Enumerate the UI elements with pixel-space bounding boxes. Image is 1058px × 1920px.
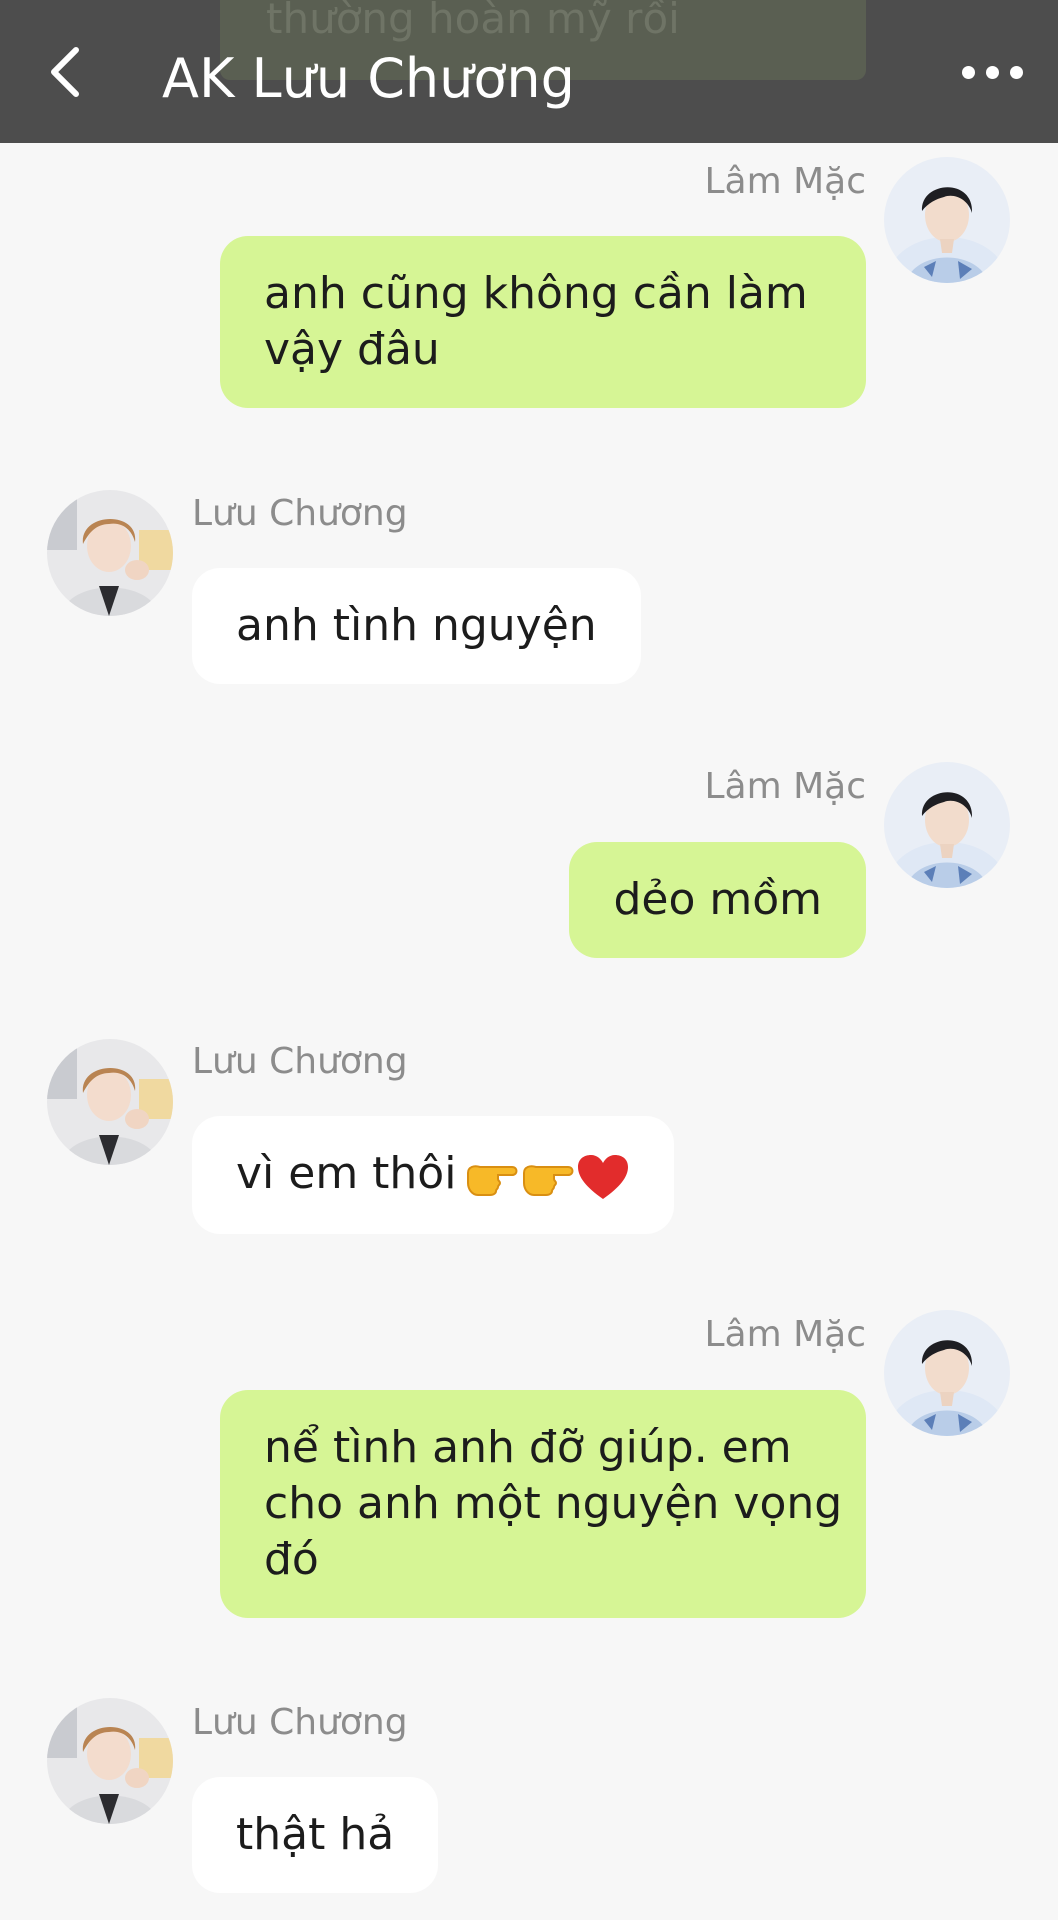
message-bubble[interactable]: nể tình anh đỡ giúp. em cho anh một nguy… [220,1390,866,1618]
message-text: dẻo mồm [613,874,822,925]
avatar-luu-chuong[interactable] [47,490,173,616]
chat-screen: thường hoàn mỹ rồi AK Lưu Chương Lâm Mặc [0,0,1058,1920]
chat-title: AK Lưu Chương [162,47,575,110]
more-options-button[interactable] [958,58,1028,88]
sender-name: Lâm Mặc [704,766,866,807]
red-heart-emoji [578,1155,629,1199]
sender-name: Lâm Mặc [704,161,866,202]
sender-name: Lưu Chương [192,1702,408,1743]
message-text: đó [264,1534,319,1585]
emoji-group [464,1148,630,1204]
message-text: anh cũng không cần làm [264,268,808,319]
avatar-lam-mac[interactable] [884,762,1010,888]
pointing-right-emoji [467,1165,518,1196]
avatar-luu-chuong[interactable] [47,1039,173,1165]
avatar-luu-chuong[interactable] [47,1698,173,1824]
message-bubble[interactable]: vì em thôi [192,1116,675,1234]
pointing-right-emoji [523,1165,574,1196]
message-bubble[interactable]: anh tình nguyện [192,568,641,684]
back-arrow-icon [51,47,79,97]
scrolled-message-text: thường hoàn mỹ rồi [266,0,680,43]
message-text: cho anh một nguyện vọng [264,1478,843,1529]
avatar-lam-mac[interactable] [884,1310,1010,1436]
sender-name: Lưu Chương [192,1041,408,1082]
back-button[interactable] [38,42,98,102]
sender-name: Lâm Mặc [704,1314,866,1355]
message-text: vì em thôi [236,1148,457,1199]
message-text-row: vì em thôi [236,1146,630,1204]
chat-header: thường hoàn mỹ rồi AK Lưu Chương [0,0,1058,143]
message-bubble[interactable]: dẻo mồm [569,842,866,958]
sender-name: Lưu Chương [192,493,408,534]
message-bubble[interactable]: thật hả [192,1777,439,1893]
message-text: anh tình nguyện [236,600,597,651]
message-text: nể tình anh đỡ giúp. em [264,1422,792,1473]
avatar-lam-mac[interactable] [884,157,1010,283]
message-bubble[interactable]: anh cũng không cần làm vậy đâu [220,236,866,408]
message-text: vậy đâu [264,324,440,375]
message-text: thật hả [236,1809,395,1860]
